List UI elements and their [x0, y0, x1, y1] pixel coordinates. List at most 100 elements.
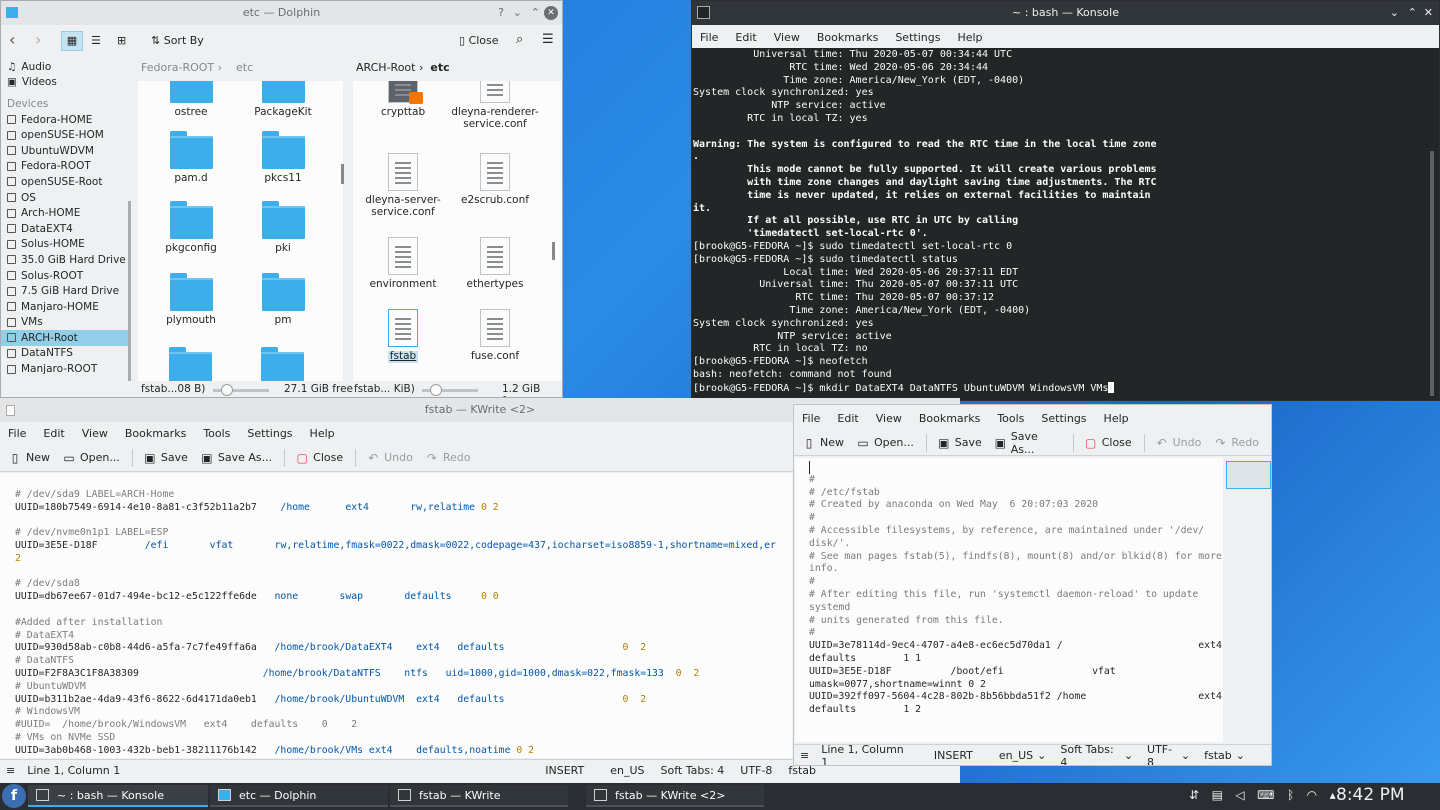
menu-settings[interactable]: Settings: [1041, 412, 1086, 425]
file-item[interactable]: environment: [358, 237, 448, 291]
keyboard-icon[interactable]: ⌨: [1257, 788, 1274, 802]
language-select[interactable]: en_US: [999, 749, 1033, 762]
clipboard-icon[interactable]: ▤: [1212, 788, 1223, 802]
sidebar-device-item[interactable]: Manjaro-HOME: [1, 299, 131, 315]
folder-icon[interactable]: [169, 347, 212, 381]
right-pane-scrollbar[interactable]: [552, 242, 555, 260]
sidebar-device-item[interactable]: Manjaro-ROOT: [1, 361, 131, 377]
save-button[interactable]: ▣ Save: [143, 451, 188, 465]
app-launcher-icon[interactable]: f: [2, 784, 26, 808]
close-window-icon[interactable]: ✕: [544, 6, 558, 20]
details-view-icon[interactable]: ⊞: [117, 34, 126, 47]
icons-view-icon[interactable]: ▦: [61, 31, 83, 51]
save-as-button[interactable]: ▣ Save As...: [200, 451, 272, 465]
undo-button[interactable]: ↶ Undo: [366, 451, 413, 465]
sidebar-device-item[interactable]: OS: [1, 190, 131, 206]
sidebar-device-item[interactable]: 35.0 GiB Hard Drive: [1, 252, 131, 268]
sidebar-device-item[interactable]: Solus-ROOT: [1, 268, 131, 284]
sidebar-device-item[interactable]: openSUSE-HOM: [1, 127, 131, 143]
menu-help[interactable]: Help: [957, 31, 982, 44]
menu-help[interactable]: Help: [310, 427, 335, 440]
indent-select[interactable]: Soft Tabs: 4: [1060, 743, 1119, 766]
tray-expand-icon[interactable]: ▴: [1330, 788, 1336, 802]
sidebar-toggle-icon[interactable]: ≡: [800, 749, 809, 762]
hamburger-menu-icon[interactable]: ☰: [542, 32, 554, 47]
file-item[interactable]: pkcs11: [238, 131, 328, 185]
terminal-scrollbar[interactable]: [1430, 151, 1434, 396]
menu-help[interactable]: Help: [1104, 412, 1129, 425]
sidebar-device-item[interactable]: Fedora-ROOT: [1, 159, 131, 175]
search-icon[interactable]: ⌕: [516, 32, 523, 47]
file-item[interactable]: dleyna-renderer-service.conf: [450, 81, 540, 130]
sidebar-toggle-icon[interactable]: ≡: [6, 764, 15, 777]
input-mode[interactable]: INSERT: [934, 749, 973, 762]
filetype-select[interactable]: fstab: [1204, 749, 1232, 762]
taskbar-task[interactable]: fstab — KWrite <2>: [586, 785, 764, 807]
encoding-select[interactable]: UTF-8: [740, 764, 772, 777]
kwrite2-text-area[interactable]: # # /etc/fstab # Created by anaconda on We…: [795, 458, 1223, 742]
file-item[interactable]: ostree: [146, 81, 236, 119]
menu-file[interactable]: File: [802, 412, 820, 425]
sidebar-device-item[interactable]: Fedora-HOME: [1, 112, 131, 128]
file-item[interactable]: fuse.conf: [450, 309, 540, 363]
sidebar-device-item[interactable]: ARCH-Root: [1, 330, 131, 346]
konsole-titlebar[interactable]: ~ : bash — Konsole ⌄ ⌃ ✕: [692, 1, 1439, 25]
konsole-maximize-icon[interactable]: ⌃: [1408, 1, 1417, 25]
sidebar-device-item[interactable]: 7.5 GiB Hard Drive: [1, 283, 131, 299]
menu-bookmarks[interactable]: Bookmarks: [817, 31, 878, 44]
place-audio[interactable]: ♫ Audio: [1, 59, 131, 75]
encoding-select[interactable]: UTF-8: [1147, 743, 1177, 766]
konsole-minimize-icon[interactable]: ⌄: [1390, 1, 1399, 25]
taskbar-task[interactable]: fstab — KWrite: [390, 785, 568, 807]
file-item[interactable]: fstab: [358, 309, 448, 363]
zoom-slider-right-handle[interactable]: [430, 384, 442, 396]
sidebar-device-item[interactable]: openSUSE-Root: [1, 174, 131, 190]
menu-view[interactable]: View: [82, 427, 108, 440]
menu-bookmarks[interactable]: Bookmarks: [125, 427, 186, 440]
file-item[interactable]: pam.d: [146, 131, 236, 185]
sidebar-device-item[interactable]: UbuntuWDVM: [1, 143, 131, 159]
sidebar-device-item[interactable]: Arch-HOME: [1, 205, 131, 221]
menu-tools[interactable]: Tools: [203, 427, 230, 440]
dolphin-titlebar[interactable]: etc — Dolphin ? ⌄ ⌃ ✕: [1, 1, 562, 25]
taskbar-task[interactable]: etc — Dolphin: [210, 785, 388, 807]
menu-tools[interactable]: Tools: [997, 412, 1024, 425]
menu-view[interactable]: View: [876, 412, 902, 425]
left-pane-scrollbar[interactable]: [341, 164, 344, 184]
taskbar-task[interactable]: ~ : bash — Konsole: [28, 785, 208, 807]
forward-icon[interactable]: ›: [35, 30, 41, 49]
file-item[interactable]: pkgconfig: [146, 201, 236, 255]
menu-file[interactable]: File: [700, 31, 718, 44]
sidebar-scrollbar[interactable]: [128, 201, 131, 381]
file-item[interactable]: plymouth: [146, 273, 236, 327]
compact-view-icon[interactable]: ☰: [91, 34, 101, 47]
back-icon[interactable]: ‹: [9, 30, 15, 49]
sort-by-button[interactable]: ⇅ Sort By: [151, 34, 204, 47]
clock[interactable]: 8:42 PM: [1336, 785, 1405, 805]
redo-button[interactable]: ↷ Redo: [425, 451, 471, 465]
menu-edit[interactable]: Edit: [735, 31, 756, 44]
sidebar-device-item[interactable]: Solus-HOME: [1, 237, 131, 253]
konsole-close-icon[interactable]: ✕: [1424, 1, 1433, 25]
menu-settings[interactable]: Settings: [895, 31, 940, 44]
cursor-position[interactable]: Line 1, Column 1: [821, 743, 908, 766]
help-icon[interactable]: ?: [498, 1, 504, 25]
menu-view[interactable]: View: [774, 31, 800, 44]
kwrite-text-area[interactable]: # /dev/sda9 LABEL=ARCH-Home UUID=180b754…: [0, 473, 792, 758]
menu-bookmarks[interactable]: Bookmarks: [919, 412, 980, 425]
menu-edit[interactable]: Edit: [837, 412, 858, 425]
split-close-button[interactable]: ▯ Close: [459, 34, 499, 47]
close-doc-button[interactable]: ▢ Close: [295, 451, 343, 465]
file-item[interactable]: e2scrub.conf: [450, 153, 540, 207]
maximize-icon[interactable]: ⌃: [531, 1, 540, 25]
minimap[interactable]: [1226, 461, 1271, 489]
terminal-output[interactable]: Universal time: Thu 2020-05-07 00:34:44 …: [692, 48, 1439, 400]
place-videos[interactable]: ▣ Videos: [1, 75, 131, 91]
language-select[interactable]: en_US: [610, 764, 644, 777]
open-button[interactable]: ▭ Open...: [856, 436, 914, 450]
file-item[interactable]: pm: [238, 273, 328, 327]
sidebar-device-item[interactable]: DataNTFS: [1, 346, 131, 362]
wifi-icon[interactable]: ◠: [1307, 788, 1317, 802]
folder-icon[interactable]: [261, 347, 304, 381]
menu-file[interactable]: File: [8, 427, 26, 440]
